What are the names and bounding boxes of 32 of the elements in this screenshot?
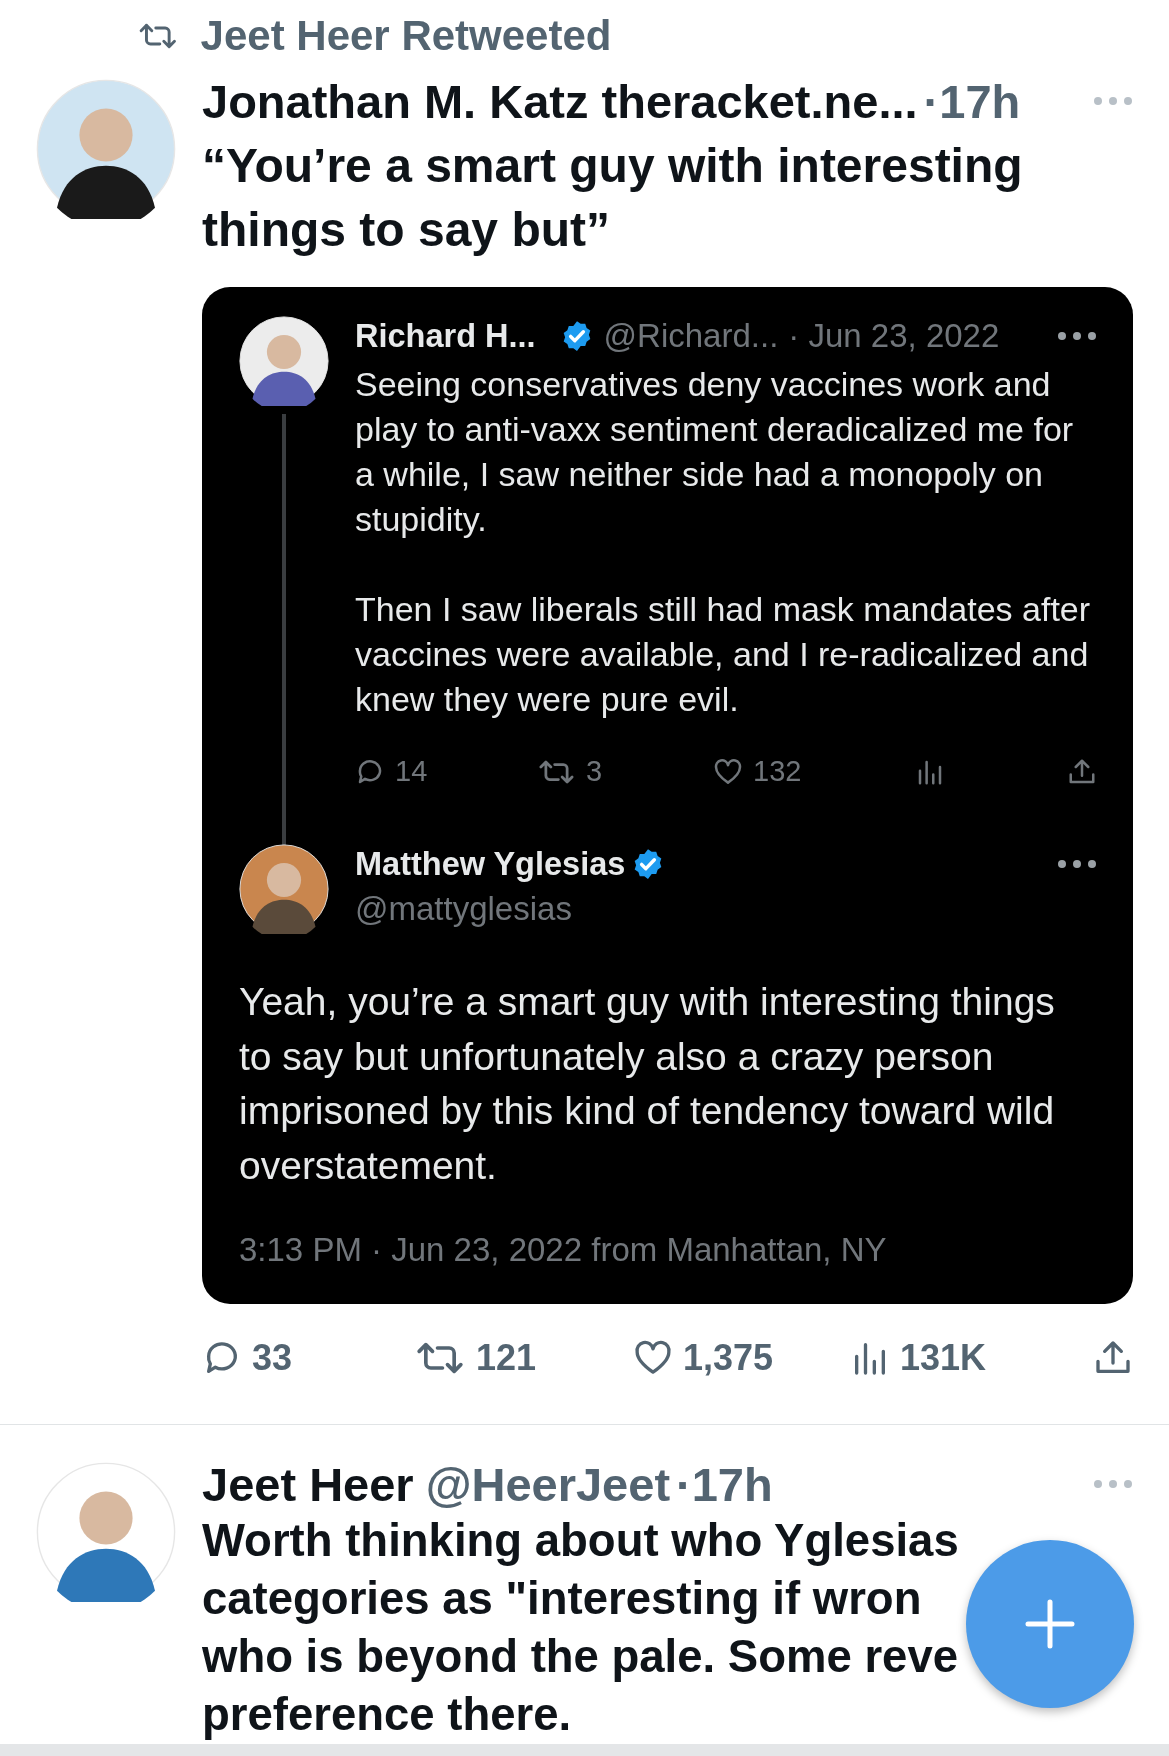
author-handle[interactable]: @HeerJeet xyxy=(425,1456,671,1512)
author-name[interactable]: Richard H... xyxy=(355,317,536,355)
author-handle[interactable]: @Richard... xyxy=(603,317,779,355)
action-count: 14 xyxy=(395,755,428,788)
heart-icon[interactable] xyxy=(713,756,743,787)
action-count: 131K xyxy=(900,1337,987,1379)
tweet-text-line: categories as "interesting if wron xyxy=(202,1572,922,1626)
author-name[interactable]: Jonathan M. Katz theracket.ne... xyxy=(202,73,918,129)
tweet-text-line: who is beyond the pale. Some reve xyxy=(202,1630,958,1684)
tweet-text: “You’re a smart guy with interesting things to say but” xyxy=(202,138,1024,258)
tweet-text: Seeing conservatives deny vaccines work and play to anti-vaxx sentiment deradicalized me for a while, I saw neither side had a monopoly on stupidity. xyxy=(355,364,1075,540)
action-count: 132 xyxy=(753,755,802,788)
tweet-time: · Jun 23, 2022 xyxy=(788,317,1000,355)
action-count: 1,375 xyxy=(683,1337,774,1379)
more-icon[interactable] xyxy=(1057,859,1097,869)
author-name[interactable]: Matthew Yglesias xyxy=(355,845,626,883)
author-name[interactable]: Jeet Heer xyxy=(202,1456,414,1512)
tweet-text-line: Worth thinking about who Yglesias xyxy=(202,1514,959,1568)
quoted-tweet-card[interactable] xyxy=(202,287,1133,1304)
plus-icon xyxy=(1025,1599,1075,1649)
tweet-text-line: preference there. xyxy=(202,1688,572,1742)
tweet-text: Yeah, you’re a smart guy with interesting things to say but unfortunately also a crazy person imprisoned by this kind of tendency toward wild overstatement. xyxy=(239,979,1056,1189)
tweet-text: Then I saw liberals still had mask mandates after vaccines were available, and I re-radicalized and knew they were pure evil. xyxy=(355,589,1092,720)
tweet-time: ·17h xyxy=(923,73,1021,129)
tweet-time: ·17h xyxy=(676,1456,773,1512)
action-count: 3 xyxy=(586,755,603,788)
author-handle[interactable]: @mattyglesias xyxy=(355,889,572,929)
action-count: 121 xyxy=(476,1337,537,1379)
tweet-timestamp: 3:13 PM · Jun 23, 2022 from Manhattan, NY xyxy=(239,1230,888,1270)
more-icon[interactable] xyxy=(1057,331,1097,341)
retweeted-by-label: Jeet Heer Retweeted xyxy=(200,12,612,60)
action-count: 33 xyxy=(252,1337,293,1379)
